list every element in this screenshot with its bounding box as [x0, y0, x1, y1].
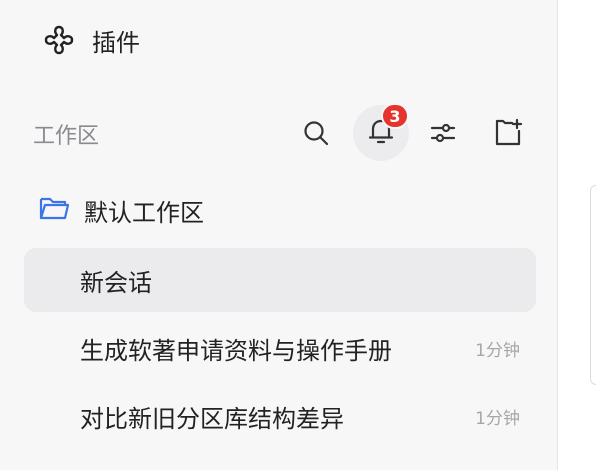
folder-icon: [38, 194, 70, 226]
conversation-item[interactable]: 生成软著申请资料与操作手册 1分钟: [24, 316, 536, 380]
conversation-item[interactable]: 对比新旧分区库结构差异 1分钟: [24, 384, 536, 448]
filter-button[interactable]: [418, 110, 468, 160]
conversation-item-active[interactable]: 新会话: [24, 248, 536, 312]
search-icon: [302, 119, 330, 151]
sidebar: 插件 工作区 3 默认工作区 新会话 生成软著申请资料与操作手册 1分钟 对比新…: [0, 0, 558, 470]
conversation-time: 1分钟: [475, 340, 520, 361]
workspace-header: 工作区 3: [33, 103, 533, 161]
new-folder-icon: [493, 118, 523, 152]
new-folder-button[interactable]: [483, 110, 533, 160]
main-panel-edge: [590, 185, 596, 385]
notification-badge: 3: [381, 103, 409, 129]
conversation-time: 1分钟: [475, 408, 520, 429]
plugins-label: 插件: [92, 28, 140, 57]
conversation-title: 生成软著申请资料与操作手册: [80, 336, 392, 365]
workspace-name: 默认工作区: [84, 198, 204, 227]
workspace-default-item[interactable]: 默认工作区: [38, 190, 204, 230]
puzzle-clover-icon: [42, 23, 76, 57]
search-button[interactable]: [291, 110, 341, 160]
sliders-icon: [429, 119, 457, 151]
conversation-title: 新会话: [80, 268, 152, 297]
workspace-section-title: 工作区: [33, 124, 100, 149]
conversation-title: 对比新旧分区库结构差异: [80, 404, 344, 433]
plugins-nav-item[interactable]: 插件: [42, 22, 140, 58]
